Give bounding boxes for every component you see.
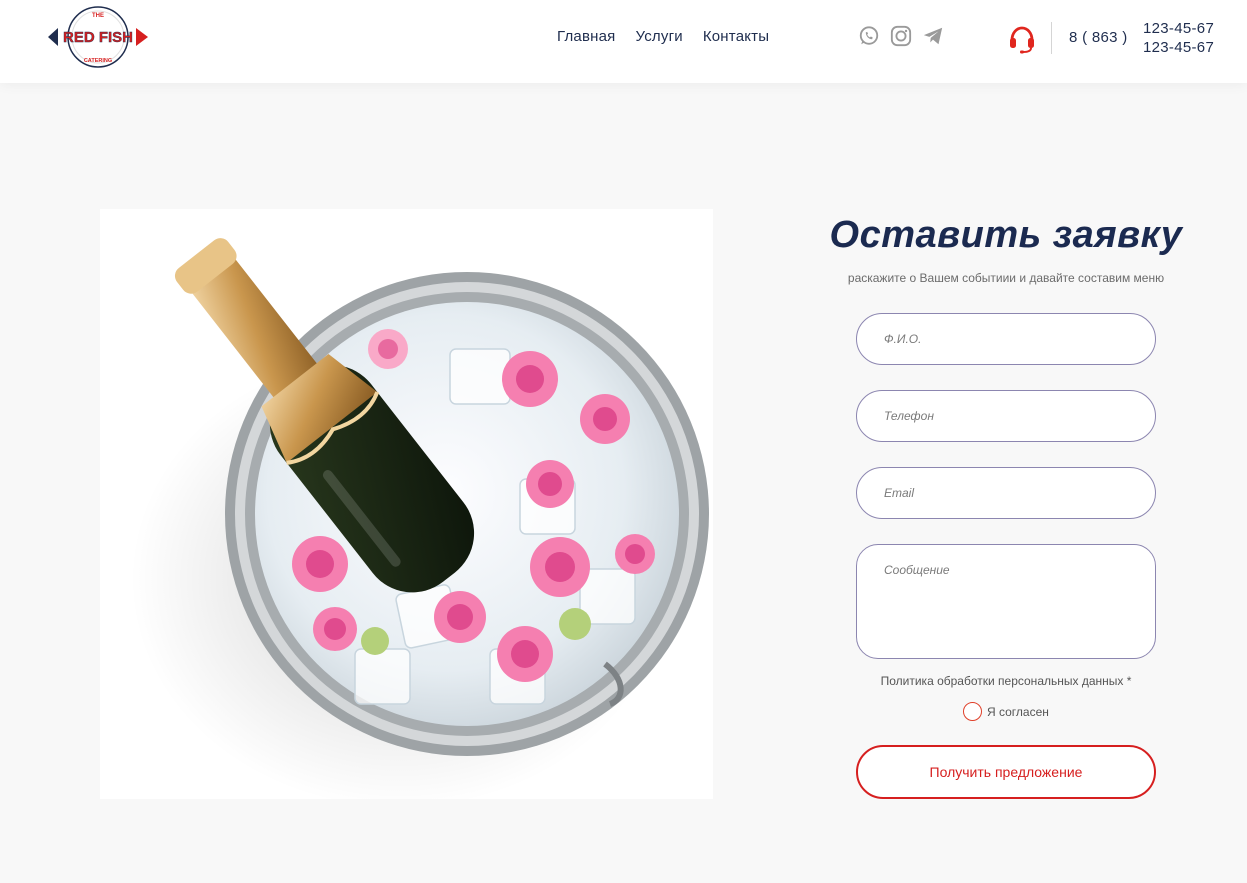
header-divider [1051, 22, 1052, 54]
email-field[interactable] [856, 467, 1156, 519]
form-subtitle: раскажите о Вашем событиии и давайте сос… [847, 271, 1165, 285]
consent-radio[interactable] [963, 702, 982, 721]
message-field[interactable] [856, 544, 1156, 659]
logo-top-text: THE [92, 13, 104, 19]
submit-button[interactable]: Получить предложение [856, 745, 1156, 799]
phone-prefix: 8 ( 863 ) [1069, 29, 1128, 46]
nav-link-contacts[interactable]: Контакты [703, 28, 769, 45]
form-title: Оставить заявку [829, 214, 1183, 256]
phone-numbers: 123-45-67 123-45-67 [1143, 19, 1214, 57]
phone-number-2[interactable]: 123-45-67 [1143, 38, 1214, 57]
nav-link-services[interactable]: Услуги [636, 28, 683, 45]
whatsapp-icon[interactable] [858, 25, 880, 47]
instagram-icon[interactable] [890, 25, 912, 47]
red-fish-logo[interactable]: THE RED FISH CATERING [44, 3, 152, 71]
logo-main-text: RED FISH [63, 29, 133, 46]
site-header: THE RED FISH CATERING Главная Услуги Кон… [0, 0, 1247, 83]
logo-bottom-text: CATERING [84, 58, 112, 64]
consent-checkbox[interactable]: Я согласен [963, 702, 1049, 721]
phone-field[interactable] [856, 390, 1156, 442]
privacy-policy-link[interactable]: Политика обработки персональных данных * [806, 674, 1206, 688]
champagne-photo [100, 209, 713, 799]
consent-label: Я согласен [987, 704, 1049, 719]
social-links [858, 25, 944, 47]
phone-number-1[interactable]: 123-45-67 [1143, 19, 1214, 38]
main-nav: Главная Услуги Контакты [557, 28, 769, 45]
nav-link-home[interactable]: Главная [557, 28, 616, 45]
name-field[interactable] [856, 313, 1156, 365]
headset-icon[interactable] [1007, 24, 1037, 54]
telegram-icon[interactable] [922, 25, 944, 47]
